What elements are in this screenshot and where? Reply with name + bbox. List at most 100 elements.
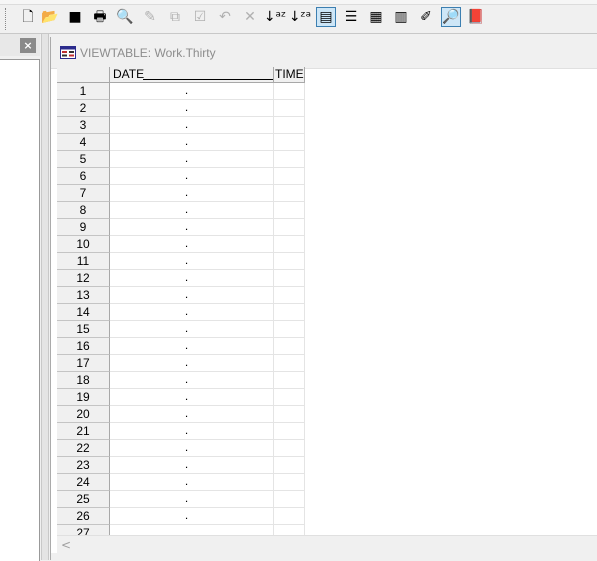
cell-time[interactable] xyxy=(274,389,305,406)
cell-time[interactable] xyxy=(274,168,305,185)
cell-time[interactable] xyxy=(274,270,305,287)
cut-icon[interactable]: ✎ xyxy=(140,7,160,27)
row-number[interactable]: 3 xyxy=(57,117,110,134)
cell-time[interactable] xyxy=(274,457,305,474)
row-number[interactable]: 6 xyxy=(57,168,110,185)
cell-time[interactable] xyxy=(274,100,305,117)
cell-date[interactable]: . xyxy=(110,440,274,457)
row-number[interactable]: 13 xyxy=(57,287,110,304)
cell-date[interactable]: . xyxy=(110,202,274,219)
cell-date[interactable] xyxy=(110,525,274,535)
cell-date[interactable]: . xyxy=(110,406,274,423)
row-number[interactable]: 2 xyxy=(57,100,110,117)
cell-time[interactable] xyxy=(274,253,305,270)
cell-date[interactable]: . xyxy=(110,151,274,168)
cell-time[interactable] xyxy=(274,372,305,389)
print-preview-icon[interactable]: 🔍 xyxy=(115,7,135,27)
cell-time[interactable] xyxy=(274,287,305,304)
row-number[interactable]: 23 xyxy=(57,457,110,474)
cell-date[interactable]: . xyxy=(110,287,274,304)
browse-mode-icon[interactable]: 🔎 xyxy=(441,7,461,27)
row-number[interactable]: 24 xyxy=(57,474,110,491)
cell-time[interactable] xyxy=(274,491,305,508)
cell-date[interactable]: . xyxy=(110,134,274,151)
row-number[interactable]: 4 xyxy=(57,134,110,151)
cell-date[interactable]: . xyxy=(110,236,274,253)
row-number[interactable]: 10 xyxy=(57,236,110,253)
pane-splitter[interactable] xyxy=(41,34,49,560)
cell-date[interactable]: . xyxy=(110,100,274,117)
cell-date[interactable]: . xyxy=(110,491,274,508)
row-number[interactable]: 16 xyxy=(57,338,110,355)
new-icon[interactable]: 🗋 xyxy=(18,7,38,27)
cell-date[interactable]: . xyxy=(110,355,274,372)
cell-time[interactable] xyxy=(274,83,305,100)
row-number[interactable]: 15 xyxy=(57,321,110,338)
cell-time[interactable] xyxy=(274,355,305,372)
row-number[interactable]: 27 xyxy=(57,525,110,535)
column-attributes-icon[interactable]: ▦ xyxy=(366,7,386,27)
sort-descending-icon[interactable]: ↓ᶻᵃ xyxy=(289,7,311,27)
cell-date[interactable]: . xyxy=(110,321,274,338)
row-number[interactable]: 9 xyxy=(57,219,110,236)
cell-date[interactable]: . xyxy=(110,185,274,202)
grid-corner[interactable] xyxy=(57,67,110,83)
row-number[interactable]: 5 xyxy=(57,151,110,168)
cell-time[interactable] xyxy=(274,525,305,535)
row-number[interactable]: 7 xyxy=(57,185,110,202)
cell-date[interactable]: . xyxy=(110,304,274,321)
cell-date[interactable]: . xyxy=(110,117,274,134)
print-icon[interactable]: 🖶 xyxy=(90,7,110,27)
toolbar-grip[interactable] xyxy=(5,8,9,30)
cell-time[interactable] xyxy=(274,423,305,440)
row-number[interactable]: 14 xyxy=(57,304,110,321)
cell-time[interactable] xyxy=(274,151,305,168)
column-header-time[interactable]: TIME xyxy=(274,67,305,83)
cell-date[interactable]: . xyxy=(110,253,274,270)
cell-date[interactable]: . xyxy=(110,508,274,525)
cell-time[interactable] xyxy=(274,304,305,321)
cell-date[interactable]: . xyxy=(110,338,274,355)
cell-date[interactable]: . xyxy=(110,270,274,287)
cell-date[interactable]: . xyxy=(110,372,274,389)
cell-time[interactable] xyxy=(274,508,305,525)
row-number[interactable]: 8 xyxy=(57,202,110,219)
cell-time[interactable] xyxy=(274,117,305,134)
cell-time[interactable] xyxy=(274,406,305,423)
cell-time[interactable] xyxy=(274,236,305,253)
row-number[interactable]: 12 xyxy=(57,270,110,287)
cell-time[interactable] xyxy=(274,202,305,219)
open-icon[interactable]: 📂 xyxy=(40,7,60,27)
row-number[interactable]: 25 xyxy=(57,491,110,508)
row-number[interactable]: 1 xyxy=(57,83,110,100)
row-number[interactable]: 22 xyxy=(57,440,110,457)
row-number[interactable]: 20 xyxy=(57,406,110,423)
edit-mode-icon[interactable]: ✐ xyxy=(416,7,436,27)
cell-date[interactable]: . xyxy=(110,219,274,236)
explorer-pane-body[interactable] xyxy=(0,59,40,561)
close-icon[interactable]: × xyxy=(20,38,36,53)
cell-date[interactable]: . xyxy=(110,389,274,406)
cell-time[interactable] xyxy=(274,219,305,236)
paste-icon[interactable]: ☑ xyxy=(190,7,210,27)
delete-icon[interactable]: ✕ xyxy=(240,7,260,27)
row-number[interactable]: 11 xyxy=(57,253,110,270)
cell-date[interactable]: . xyxy=(110,474,274,491)
row-number[interactable]: 18 xyxy=(57,372,110,389)
table-view-icon[interactable]: ▤ xyxy=(316,7,336,27)
cell-time[interactable] xyxy=(274,134,305,151)
cell-time[interactable] xyxy=(274,440,305,457)
row-number[interactable]: 21 xyxy=(57,423,110,440)
cell-time[interactable] xyxy=(274,185,305,202)
cell-date[interactable]: . xyxy=(110,457,274,474)
cell-date[interactable]: . xyxy=(110,168,274,185)
cell-date[interactable]: . xyxy=(110,423,274,440)
save-icon[interactable]: ■ xyxy=(65,7,85,27)
row-number[interactable]: 26 xyxy=(57,508,110,525)
sort-ascending-icon[interactable]: ↓ᵃᶻ xyxy=(264,7,286,27)
list-view-icon[interactable]: ☰ xyxy=(341,7,361,27)
cell-time[interactable] xyxy=(274,338,305,355)
help-book-icon[interactable]: 📕 xyxy=(466,7,486,27)
horizontal-scrollbar[interactable]: < xyxy=(57,535,597,554)
cell-time[interactable] xyxy=(274,474,305,491)
